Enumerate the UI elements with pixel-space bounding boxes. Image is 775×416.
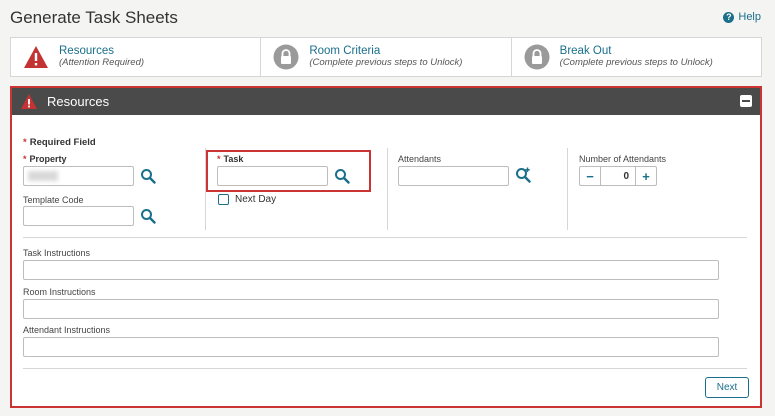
help-link[interactable]: ? Help [723, 11, 761, 23]
next-day-label: Next Day [235, 194, 277, 205]
page-title: Generate Task Sheets [10, 8, 178, 27]
number-of-attendants-stepper: − 0 + [579, 166, 657, 186]
task-label: * Task [217, 154, 243, 164]
property-label-text: Property [29, 154, 67, 164]
step-subtitle: (Attention Required) [59, 57, 145, 68]
template-code-label: Template Code [23, 195, 84, 205]
section-divider [23, 237, 747, 238]
step-subtitle: (Complete previous steps to Unlock) [309, 57, 463, 68]
room-instructions-input[interactable] [23, 299, 719, 319]
next-day-checkbox[interactable] [218, 194, 229, 205]
required-star: * [23, 154, 27, 164]
search-plus-icon[interactable] [515, 167, 531, 183]
property-label: * Property [23, 154, 67, 164]
attendants-input[interactable] [398, 166, 509, 186]
resources-panel: Resources * Required Field * Property Temp… [10, 86, 762, 408]
required-star: * [217, 154, 221, 164]
panel-header: Resources [12, 88, 760, 115]
task-input[interactable] [217, 166, 328, 186]
lock-icon [524, 44, 550, 70]
step-title: Resources [59, 45, 114, 57]
task-label-text: Task [223, 154, 244, 164]
redacted-value [28, 171, 58, 181]
decrement-button[interactable]: − [580, 167, 600, 185]
task-instructions-input[interactable] [23, 260, 719, 280]
required-note-text: Required Field [29, 137, 96, 148]
lock-icon [273, 44, 299, 70]
minus-icon [742, 100, 750, 102]
warning-icon [21, 94, 37, 109]
column-divider [387, 148, 388, 230]
room-instructions-label: Room Instructions [23, 287, 96, 297]
step-title: Break Out [559, 45, 612, 57]
stepper-value[interactable]: 0 [600, 167, 636, 185]
help-icon: ? [723, 11, 735, 23]
search-icon[interactable] [140, 168, 156, 184]
required-field-note: * Required Field [23, 137, 96, 148]
attendants-label: Attendants [398, 154, 442, 164]
footer-divider [23, 368, 747, 369]
search-icon[interactable] [140, 208, 156, 224]
step-subtitle: (Complete previous steps to Unlock) [559, 57, 713, 68]
template-code-input[interactable] [23, 206, 134, 226]
search-icon[interactable] [334, 168, 350, 184]
step-room-criteria[interactable]: Room Criteria (Complete previous steps t… [260, 38, 510, 76]
help-label: Help [738, 11, 761, 23]
task-instructions-label: Task Instructions [23, 248, 91, 258]
step-break-out[interactable]: Break Out (Complete previous steps to Un… [510, 38, 761, 76]
property-input[interactable] [23, 166, 134, 186]
attendant-instructions-input[interactable] [23, 337, 719, 357]
panel-title: Resources [47, 94, 110, 109]
column-divider [567, 148, 568, 230]
step-title: Room Criteria [309, 45, 381, 57]
warning-icon [24, 46, 48, 68]
required-star: * [23, 137, 27, 148]
increment-button[interactable]: + [636, 167, 656, 185]
attendant-instructions-label: Attendant Instructions [23, 325, 111, 335]
number-of-attendants-label: Number of Attendants [579, 154, 667, 164]
next-button[interactable]: Next [705, 377, 749, 398]
wizard-stepbar: Resources (Attention Required) Room Crit… [10, 37, 762, 77]
collapse-button[interactable] [740, 95, 752, 107]
step-resources[interactable]: Resources (Attention Required) [11, 38, 260, 76]
